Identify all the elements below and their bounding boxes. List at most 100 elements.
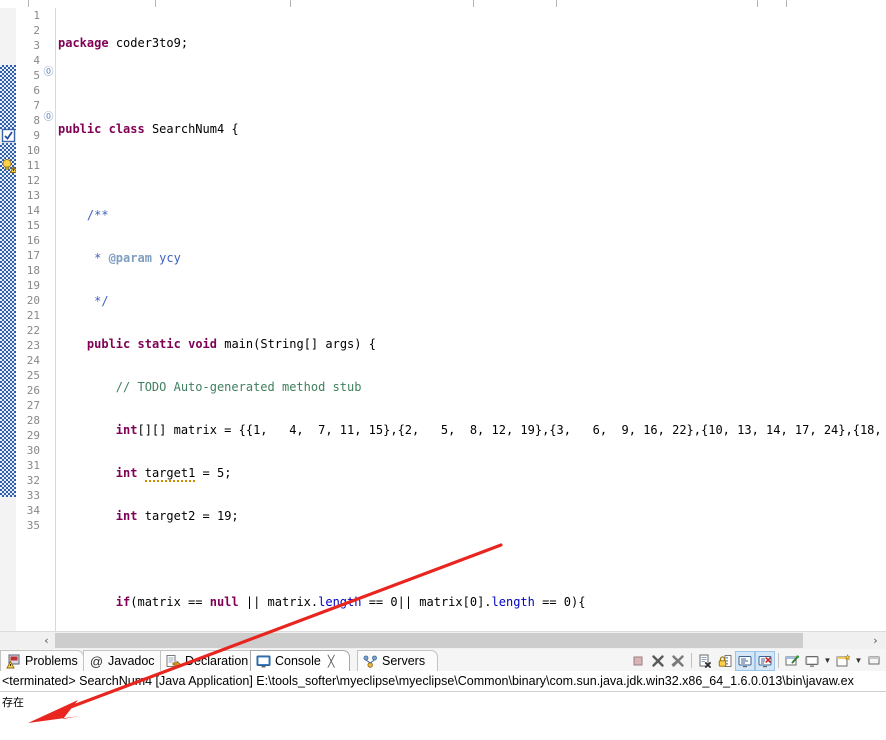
source-code-text[interactable]: package coder3to9; public class SearchNu… <box>56 8 886 631</box>
tab-declaration-label: Declaration <box>185 653 249 668</box>
editor-tab-stub-4[interactable] <box>786 0 886 7</box>
line-number: 10 <box>26 144 40 157</box>
scrollbar-left-pad <box>0 632 38 649</box>
javadoc-at-icon: @ <box>89 653 104 669</box>
change-bar-segment-1 <box>0 65 16 130</box>
line-number: 34 <box>26 504 40 517</box>
declaration-icon <box>166 654 181 669</box>
line-number: 13 <box>26 189 40 202</box>
line-number: 28 <box>26 414 40 427</box>
line-number: 2 <box>33 24 40 37</box>
line-number-ruler: 1 2 3 4 5 6 7 8 9 10 11 12 13 14 15 16 17 18 19 20 21 22 23 24 2… <box>16 8 42 631</box>
tab-console-label: Console <box>275 653 321 668</box>
line-number: 16 <box>26 234 40 247</box>
editor-horizontal-scrollbar[interactable]: ‹ › <box>0 631 886 649</box>
line-number: 23 <box>26 339 40 352</box>
line-number: 12 <box>26 174 40 187</box>
code-line: int target2 = 19; <box>115 509 239 523</box>
line-number: 8 <box>33 114 40 127</box>
line-number: 33 <box>26 489 40 502</box>
chevron-down-icon[interactable]: ▼ <box>853 651 864 671</box>
code-line: */ <box>94 294 109 308</box>
tab-servers-label: Servers <box>382 653 426 668</box>
code-line: // TODO Auto-generated method stub <box>115 380 362 394</box>
code-line: if(matrix == null || matrix.length == 0|… <box>115 595 586 609</box>
display-selected-console-button[interactable] <box>802 651 822 671</box>
line-number: 14 <box>26 204 40 217</box>
line-number: 11 <box>26 159 40 172</box>
line-number: 27 <box>26 399 40 412</box>
line-number: 31 <box>26 459 40 472</box>
console-launch-header: <terminated> SearchNum4 [Java Applicatio… <box>0 671 886 692</box>
terminate-button[interactable] <box>628 651 648 671</box>
line-number: 35 <box>26 519 40 532</box>
tab-problems-label: Problems <box>25 653 78 668</box>
line-number: 29 <box>26 429 40 442</box>
chevron-down-icon[interactable]: ▼ <box>822 651 833 671</box>
problems-icon <box>6 654 21 669</box>
line-number: 1 <box>33 9 40 22</box>
line-number: 24 <box>26 354 40 367</box>
line-number: 3 <box>33 39 40 52</box>
code-line: /** <box>86 208 109 222</box>
line-number: 19 <box>26 279 40 292</box>
line-number: 17 <box>26 249 40 262</box>
show-console-on-error-button[interactable] <box>755 650 775 671</box>
line-number: 15 <box>26 219 40 232</box>
line-number: 4 <box>33 54 40 67</box>
scrollbar-thumb[interactable] <box>55 633 803 648</box>
checkbox-marker-icon[interactable] <box>1 128 16 143</box>
tab-javadoc[interactable]: @ Javadoc <box>83 650 167 671</box>
line-number: 32 <box>26 474 40 487</box>
code-line: package coder3to9; <box>58 36 189 50</box>
tab-servers[interactable]: Servers <box>357 650 438 671</box>
tab-declaration[interactable]: Declaration <box>160 650 257 671</box>
console-output-area[interactable]: 存在 <box>0 693 886 740</box>
close-icon[interactable]: ╳ <box>328 655 335 668</box>
view-tab-row: Problems @ Javadoc Declaration Console ╳… <box>0 649 886 672</box>
pin-console-button[interactable] <box>782 651 802 671</box>
editor-tab-stub-1[interactable] <box>28 0 156 7</box>
remove-all-launches-button[interactable] <box>668 651 688 671</box>
toolbar-separator <box>778 653 779 668</box>
line-number: 5 <box>33 69 40 82</box>
minimize-button[interactable] <box>864 651 884 671</box>
scroll-left-arrow-icon[interactable]: ‹ <box>38 632 55 649</box>
scroll-right-arrow-icon[interactable]: › <box>867 632 884 649</box>
code-line: * @param ycy <box>94 251 181 265</box>
fold-marker-line-8[interactable]: ⓪ <box>43 110 54 125</box>
code-editor[interactable]: 1 2 3 4 5 6 7 8 9 10 11 12 13 14 15 16 17 18 19 20 21 22 23 24 2… <box>0 8 886 631</box>
line-number: 30 <box>26 444 40 457</box>
clear-console-button[interactable] <box>695 651 715 671</box>
code-line: int target1 = 5; <box>115 466 232 482</box>
line-number: 6 <box>33 84 40 97</box>
editor-tab-strip <box>0 0 886 8</box>
show-console-on-output-button[interactable] <box>735 650 755 671</box>
fold-marker-line-5[interactable]: ⓪ <box>43 65 54 80</box>
tab-javadoc-label: Javadoc <box>108 653 155 668</box>
servers-icon <box>363 654 378 669</box>
line-number: 18 <box>26 264 40 277</box>
change-bar-segment-2 <box>0 143 16 497</box>
code-line: public static void main(String[] args) { <box>86 337 376 351</box>
line-number: 7 <box>33 99 40 112</box>
editor-tab-stub-3[interactable] <box>556 0 758 7</box>
line-number: 22 <box>26 324 40 337</box>
code-line: int[][] matrix = {{1, 4, 7, 11, 15},{2, … <box>115 423 886 437</box>
line-number: 26 <box>26 384 40 397</box>
tab-problems[interactable]: Problems <box>0 650 84 671</box>
warning-bulb-icon[interactable] <box>1 158 16 173</box>
code-line: public class SearchNum4 { <box>58 122 239 136</box>
scroll-lock-button[interactable] <box>715 651 735 671</box>
open-console-button[interactable] <box>833 651 853 671</box>
console-icon <box>256 654 271 669</box>
annotation-ruler[interactable] <box>0 8 16 631</box>
bottom-view-stack: Problems @ Javadoc Declaration Console ╳… <box>0 649 886 740</box>
line-number: 21 <box>26 309 40 322</box>
tab-console[interactable]: Console ╳ <box>250 650 350 671</box>
remove-launch-button[interactable] <box>648 651 668 671</box>
console-output-line: 存在 <box>2 696 24 709</box>
editor-tab-stub-2[interactable] <box>290 0 474 7</box>
